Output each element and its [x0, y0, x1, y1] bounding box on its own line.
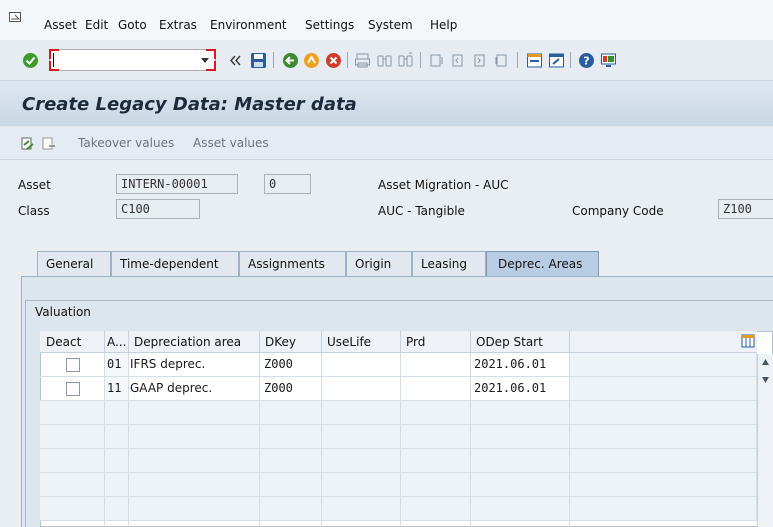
next-page-icon[interactable] — [472, 52, 489, 69]
tab-general[interactable]: General — [37, 251, 111, 276]
cancel-icon[interactable] — [325, 52, 342, 69]
menu-asset[interactable]: Asset — [44, 18, 77, 32]
table-row-empty — [40, 425, 757, 449]
menu-extras[interactable]: Extras — [159, 18, 197, 32]
create-session-icon[interactable] — [526, 52, 543, 69]
column-divider — [470, 401, 471, 527]
takeover-values-button[interactable]: Takeover values — [78, 136, 174, 150]
tab-deprec-areas[interactable]: Deprec. Areas — [486, 251, 599, 276]
menu-edit[interactable]: Edit — [85, 18, 108, 32]
menu-icon[interactable] — [9, 12, 21, 22]
menu-goto[interactable]: Goto — [118, 18, 147, 32]
table-row-empty — [40, 401, 757, 425]
company-code-field[interactable]: Z100 — [718, 199, 773, 219]
first-page-icon[interactable] — [428, 52, 445, 69]
column-header-odep-start[interactable]: ODep Start — [471, 331, 570, 353]
toolbar-separator — [347, 52, 348, 68]
column-header-empty — [570, 331, 757, 353]
table-row-2-deact-cell — [40, 377, 105, 401]
column-header-deact[interactable]: Deact — [40, 331, 105, 353]
class-field[interactable]: C100 — [116, 199, 200, 219]
toolbar-separator — [570, 52, 571, 68]
asset-label: Asset — [18, 178, 51, 192]
menu-bar: Asset Edit Goto Extras Environment Setti… — [0, 0, 773, 40]
tab-leasing[interactable]: Leasing — [412, 251, 486, 276]
shortcut-icon[interactable] — [548, 52, 565, 69]
column-divider — [104, 401, 105, 527]
table-row-1-uselife[interactable] — [322, 353, 401, 377]
switch-display-change-icon[interactable] — [21, 137, 35, 151]
table-vertical-scrollbar[interactable] — [757, 354, 773, 527]
scroll-up-icon[interactable] — [761, 358, 770, 366]
column-header-dkey[interactable]: DKey — [260, 331, 322, 353]
tab-origin[interactable]: Origin — [346, 251, 412, 276]
column-header-area[interactable]: A... — [105, 331, 129, 353]
class-label: Class — [18, 204, 50, 218]
menu-environment[interactable]: Environment — [210, 18, 287, 32]
column-header-uselife[interactable]: UseLife — [322, 331, 401, 353]
other-asset-icon[interactable] — [42, 137, 56, 151]
double-chevron-left-icon[interactable] — [229, 54, 242, 67]
page-title: Create Legacy Data: Master data — [22, 94, 357, 115]
tab-assignments[interactable]: Assignments — [239, 251, 346, 276]
scroll-down-icon[interactable] — [761, 376, 770, 384]
toolbar-separator — [517, 52, 518, 68]
column-divider — [569, 401, 570, 527]
table-row-1-deact-cell — [40, 353, 105, 377]
check-icon[interactable] — [22, 52, 39, 69]
find-icon[interactable] — [376, 52, 393, 69]
table-row-2-uselife[interactable] — [322, 377, 401, 401]
dropdown-icon[interactable] — [199, 54, 211, 66]
class-description: AUC - Tangible — [378, 204, 465, 218]
toolbar-separator — [273, 52, 274, 68]
column-divider — [400, 401, 401, 527]
column-header-depreciation-area[interactable]: Depreciation area — [129, 331, 260, 353]
menu-settings[interactable]: Settings — [305, 18, 354, 32]
table-row-2-area: 11 — [105, 377, 129, 401]
asset-number-field[interactable]: INTERN-00001 — [116, 174, 238, 194]
table-row-2-prd[interactable] — [401, 377, 471, 401]
svg-text:?: ? — [583, 55, 589, 68]
deactivate-checkbox[interactable] — [66, 382, 80, 396]
table-row-2-name: GAAP deprec. — [129, 377, 260, 401]
table-row-empty — [40, 449, 757, 473]
table-row-2-filler — [570, 377, 757, 401]
exit-icon[interactable] — [303, 52, 320, 69]
column-divider — [321, 401, 322, 527]
table-row-1-dkey[interactable]: Z000 — [260, 353, 322, 377]
table-row-2-odep-start[interactable]: 2021.06.01 — [471, 377, 570, 401]
table-row-1-name: IFRS deprec. — [129, 353, 260, 377]
tab-time-dependent[interactable]: Time-dependent — [111, 251, 239, 276]
last-page-icon[interactable] — [494, 52, 511, 69]
asset-description: Asset Migration - AUC — [378, 178, 509, 192]
table-settings-icon[interactable] — [741, 334, 755, 348]
help-icon[interactable]: ? — [578, 52, 595, 69]
column-header-prd[interactable]: Prd — [401, 331, 471, 353]
text-cursor — [53, 53, 54, 67]
print-icon[interactable] — [354, 52, 371, 69]
column-divider — [259, 401, 260, 527]
find-next-icon[interactable] — [397, 52, 414, 69]
company-code-label: Company Code — [572, 204, 664, 218]
column-divider — [128, 401, 129, 527]
back-icon[interactable] — [282, 52, 299, 69]
table-row-empty — [40, 497, 757, 521]
menu-system[interactable]: System — [368, 18, 413, 32]
previous-page-icon[interactable] — [450, 52, 467, 69]
table-row-2-dkey[interactable]: Z000 — [260, 377, 322, 401]
table-row-1-prd[interactable] — [401, 353, 471, 377]
table-row-1-odep-start[interactable]: 2021.06.01 — [471, 353, 570, 377]
deactivate-checkbox[interactable] — [66, 358, 80, 372]
command-field[interactable] — [49, 49, 216, 71]
toolbar-separator — [420, 52, 421, 68]
table-row-1-filler — [570, 353, 757, 377]
menu-help[interactable]: Help — [430, 18, 457, 32]
customize-layout-icon[interactable] — [600, 52, 617, 69]
subnumber-field[interactable]: 0 — [264, 174, 311, 194]
save-icon[interactable] — [250, 52, 267, 69]
table-row-empty — [40, 473, 757, 497]
table-row-1-area: 01 — [105, 353, 129, 377]
valuation-group-title: Valuation — [35, 305, 91, 319]
asset-values-button[interactable]: Asset values — [193, 136, 269, 150]
